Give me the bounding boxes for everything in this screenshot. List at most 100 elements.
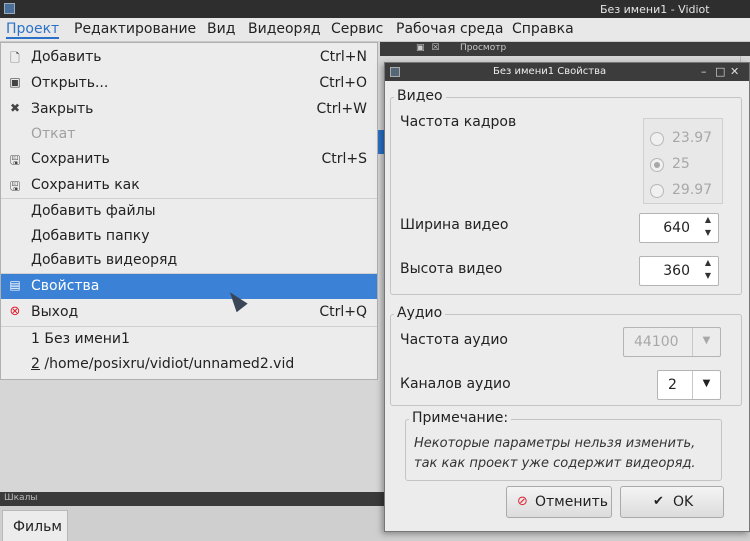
channels-value: 2 <box>668 377 677 393</box>
open-icon: ▣ <box>9 75 21 89</box>
recent-path: /home/posixru/vidiot/unnamed2.vid <box>39 356 295 372</box>
maximize-icon[interactable]: □ <box>715 65 725 78</box>
menu-item-label: Сохранить как <box>31 177 140 193</box>
height-spinbox[interactable]: 360 ▲ ▼ <box>639 256 719 286</box>
menu-item-label: Откат <box>31 126 76 142</box>
audio-rate-combo: 44100 ▼ <box>623 327 721 357</box>
spin-up-icon[interactable]: ▲ <box>700 215 716 228</box>
menu-item-label: Добавить <box>31 49 102 65</box>
spin-down-icon[interactable]: ▼ <box>700 228 716 241</box>
menu-item-exit[interactable]: ⊗ Выход Ctrl+Q <box>1 300 377 325</box>
menu-item-revert: Откат <box>1 122 377 147</box>
height-label: Высота видео <box>400 261 503 277</box>
menu-item-label: 2 /home/posixru/vidiot/unnamed2.vid <box>31 356 294 372</box>
menu-item-open[interactable]: ▣ Открыть... Ctrl+O <box>1 71 377 96</box>
timeline-panel-label: Шкалы <box>4 493 38 503</box>
menu-item-save-as[interactable]: 🖫 Сохранить как <box>1 173 377 198</box>
app-titlebar: Без имени1 - Vidiot <box>0 0 750 18</box>
ok-button-label: OK <box>673 494 694 510</box>
menu-item-close[interactable]: ✖ Закрыть Ctrl+W <box>1 97 377 122</box>
radio-2997: 29.97 <box>650 181 724 201</box>
height-value: 360 <box>663 263 690 279</box>
frame-rate-label: Частота кадров <box>400 114 517 130</box>
audio-rate-value: 44100 <box>634 334 679 350</box>
menu-item-label: Добавить файлы <box>31 203 156 219</box>
width-value: 640 <box>663 220 690 236</box>
menu-item-properties[interactable]: ▤ Свойства <box>1 274 377 299</box>
width-spinbox[interactable]: 640 ▲ ▼ <box>639 213 719 243</box>
video-group-title: Видео <box>394 88 446 104</box>
menu-item-recent-1[interactable]: 1 Без имени1 <box>1 327 377 352</box>
menu-item-save[interactable]: 🖫 Сохранить Ctrl+S <box>1 147 377 172</box>
save-as-icon: 🖫 <box>9 179 21 193</box>
window-icon <box>390 67 400 77</box>
preview-panel-label: Просмотр <box>460 43 507 53</box>
menu-item-label: Открыть... <box>31 75 109 91</box>
radio-25: 25 <box>650 155 724 175</box>
menu-workspace[interactable]: Рабочая среда <box>396 21 503 37</box>
dialog-titlebar: Без имени1 Свойства – □ ✕ <box>385 63 749 81</box>
radio-2397: 23.97 <box>650 129 724 149</box>
radio-label: 23.97 <box>672 130 713 146</box>
radio-button-icon <box>650 132 664 146</box>
spin-up-icon[interactable]: ▲ <box>700 258 716 271</box>
menu-item-label: 1 Без имени1 <box>31 331 130 347</box>
ok-button[interactable]: ✔ OK <box>620 486 724 518</box>
chevron-down-icon: ▼ <box>692 328 720 356</box>
channels-combo[interactable]: 2 ▼ <box>657 370 721 400</box>
menu-item-label: Добавить видеоряд <box>31 252 178 268</box>
menu-view[interactable]: Вид <box>207 21 235 37</box>
cancel-button-label: Отменить <box>535 494 609 510</box>
menu-item-add-folder[interactable]: Добавить папку <box>1 224 377 249</box>
menu-item-shortcut: Ctrl+Q <box>319 304 367 320</box>
menu-project[interactable]: Проект <box>6 21 60 39</box>
menu-item-label: Сохранить <box>31 151 110 167</box>
exit-icon: ⊗ <box>9 304 21 319</box>
app-title: Без имени1 - Vidiot <box>600 3 710 16</box>
tab-film[interactable]: Фильм <box>2 510 68 541</box>
frame-rate-options: 23.97 25 29.97 <box>643 118 723 204</box>
menubar: Проект Редактирование Вид Видеоряд Серви… <box>0 18 750 42</box>
new-file-icon: 🗋 <box>10 51 20 65</box>
menu-item-shortcut: Ctrl+W <box>316 101 367 117</box>
save-icon: 🖫 <box>9 153 21 167</box>
radio-label: 25 <box>672 156 690 172</box>
menu-sequence[interactable]: Видеоряд <box>248 21 321 37</box>
app-icon <box>4 3 15 14</box>
close-window-icon[interactable]: ✕ <box>730 65 739 78</box>
menu-item-label: Закрыть <box>31 101 94 117</box>
menu-item-add-sequence[interactable]: Добавить видеоряд <box>1 248 377 273</box>
note-text: Некоторые параметры нельзя изменить, так… <box>414 436 696 471</box>
menu-item-label: Выход <box>31 304 79 320</box>
menu-item-recent-2[interactable]: 2 /home/posixru/vidiot/unnamed2.vid <box>1 352 377 377</box>
menu-item-shortcut: Ctrl+O <box>319 75 367 91</box>
channels-label: Каналов аудио <box>400 376 511 392</box>
properties-icon: ▤ <box>9 278 21 292</box>
width-label: Ширина видео <box>400 217 509 233</box>
menu-help[interactable]: Справка <box>512 21 574 37</box>
minimize-icon[interactable]: – <box>701 65 707 78</box>
cancel-button[interactable]: ⊘ Отменить <box>506 486 612 518</box>
checkmark-icon: ✔ <box>653 494 664 509</box>
radio-button-icon <box>650 184 664 198</box>
menu-item-add[interactable]: 🗋 Добавить Ctrl+N <box>1 45 377 70</box>
spin-down-icon[interactable]: ▼ <box>700 271 716 284</box>
menu-item-label: Свойства <box>31 278 100 294</box>
menu-item-label: Добавить папку <box>31 228 150 244</box>
radio-label: 29.97 <box>672 182 713 198</box>
chevron-down-icon[interactable]: ▼ <box>692 371 720 399</box>
panel-buttons[interactable]: ▣ ☒ <box>416 43 441 53</box>
menu-item-shortcut: Ctrl+S <box>321 151 367 167</box>
preview-panel-header: ▣ ☒ Просмотр <box>380 42 750 56</box>
radio-button-selected-icon <box>650 158 664 172</box>
menu-item-add-files[interactable]: Добавить файлы <box>1 199 377 224</box>
close-icon: ✖ <box>9 101 21 115</box>
menu-tools[interactable]: Сервис <box>331 21 383 37</box>
note-group: Примечание: Некоторые параметры нельзя и… <box>405 410 722 481</box>
project-menu: 🗋 Добавить Ctrl+N ▣ Открыть... Ctrl+O ✖ … <box>0 42 378 380</box>
note-title: Примечание: <box>409 410 512 426</box>
audio-group-title: Аудио <box>394 305 446 321</box>
audio-rate-label: Частота аудио <box>400 332 508 348</box>
dialog-title: Без имени1 Свойства <box>493 66 607 77</box>
menu-edit[interactable]: Редактирование <box>74 21 196 37</box>
